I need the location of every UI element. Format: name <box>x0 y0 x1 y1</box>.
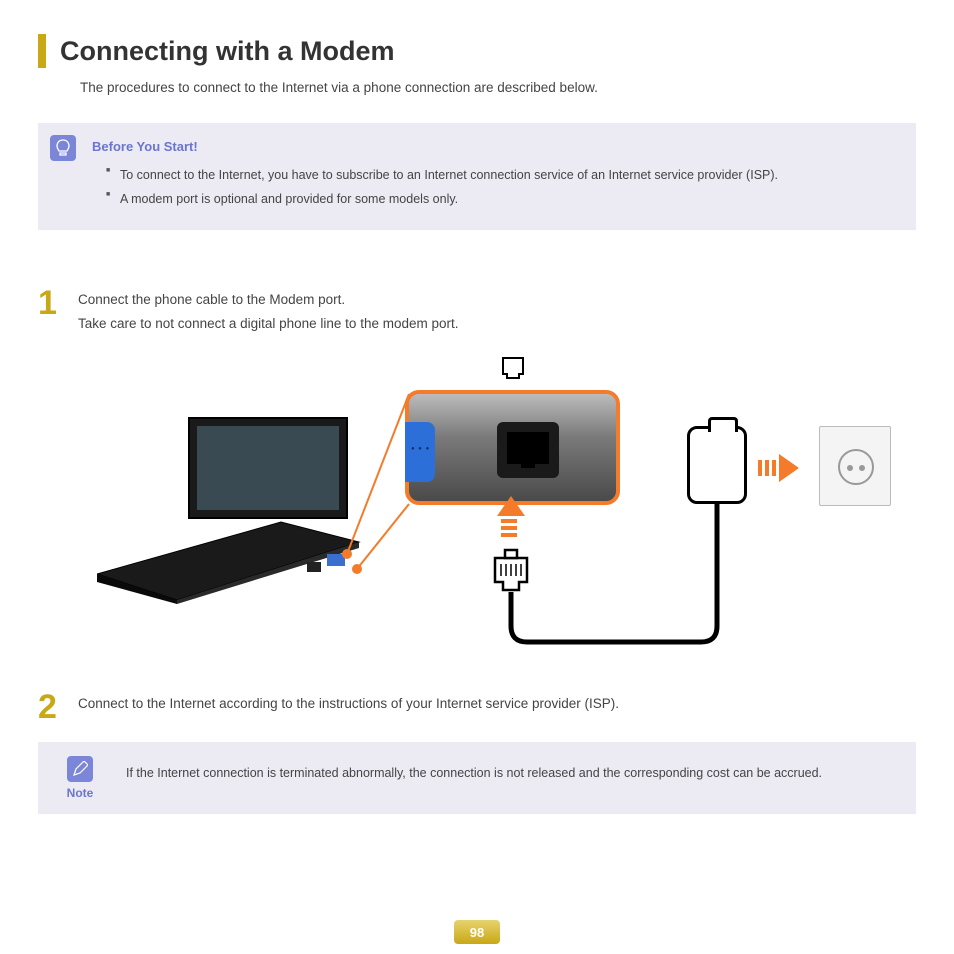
plug-arrow-icon <box>758 454 799 482</box>
step-2: 2 Connect to the Internet according to t… <box>38 690 916 724</box>
before-you-start-box: Before You Start! To connect to the Inte… <box>38 123 916 230</box>
rj11-port-icon <box>499 354 527 387</box>
before-item: To connect to the Internet, you have to … <box>106 164 896 188</box>
step-number: 1 <box>38 286 72 320</box>
note-label: Note <box>67 786 94 800</box>
wall-plug-icon <box>687 426 747 504</box>
pencil-icon <box>67 756 93 782</box>
before-item: A modem port is optional and provided fo… <box>106 188 896 212</box>
title-accent-bar <box>38 34 46 68</box>
laptop-illustration <box>97 414 367 604</box>
step-1: 1 Connect the phone cable to the Modem p… <box>38 286 916 337</box>
lightbulb-icon <box>50 135 76 161</box>
note-box: Note If the Internet connection is termi… <box>38 742 916 814</box>
before-heading: Before You Start! <box>92 139 896 154</box>
before-list: To connect to the Internet, you have to … <box>106 164 896 212</box>
page-number: 98 <box>454 920 500 944</box>
step-text: Connect to the Internet according to the… <box>78 690 619 716</box>
page-title: Connecting with a Modem <box>60 36 395 67</box>
step-number: 2 <box>38 690 72 724</box>
title-row: Connecting with a Modem <box>38 34 916 68</box>
step-1-line1: Connect the phone cable to the Modem por… <box>78 292 345 307</box>
step-text: Connect the phone cable to the Modem por… <box>78 286 459 337</box>
connection-diagram <box>47 354 907 654</box>
wall-outlet-icon <box>819 426 891 506</box>
modem-port <box>497 422 559 478</box>
note-text: If the Internet connection is terminated… <box>126 756 822 783</box>
adjacent-port <box>405 422 435 482</box>
insert-arrow-icon <box>497 496 521 537</box>
page-subtitle: The procedures to connect to the Interne… <box>80 80 916 95</box>
step-1-line2: Take care to not connect a digital phone… <box>78 316 459 331</box>
rj11-plug-icon <box>489 546 533 601</box>
modem-port-callout <box>405 390 620 505</box>
